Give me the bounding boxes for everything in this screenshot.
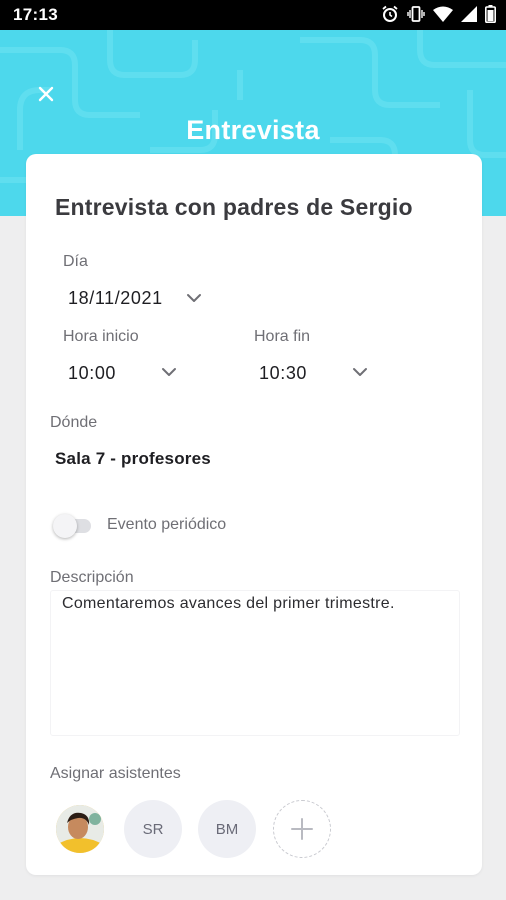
chevron-down-icon xyxy=(353,368,367,376)
attendees-label: Asignar asistentes xyxy=(50,765,181,782)
location-field[interactable]: Sala 7 - profesores xyxy=(55,449,211,469)
periodic-label: Evento periódico xyxy=(107,516,227,533)
status-time: 17:13 xyxy=(13,5,58,24)
start-time-value: 10:00 xyxy=(68,363,117,383)
avatar[interactable]: BM xyxy=(198,800,256,858)
start-time-label: Hora inicio xyxy=(63,328,139,345)
end-time-value: 10:30 xyxy=(259,363,308,383)
plus-icon xyxy=(291,818,313,840)
description-field[interactable]: Comentaremos avances del primer trimestr… xyxy=(50,590,460,736)
battery-icon xyxy=(485,5,496,23)
toggle-knob xyxy=(53,514,77,538)
status-icons xyxy=(381,5,496,23)
chevron-down-icon xyxy=(187,294,201,302)
person-photo-icon xyxy=(56,805,104,853)
avatar[interactable] xyxy=(56,805,104,853)
description-text: Comentaremos avances del primer trimestr… xyxy=(62,595,395,612)
close-icon[interactable] xyxy=(34,82,58,106)
wifi-icon xyxy=(433,6,453,22)
alarm-icon xyxy=(382,5,398,22)
end-time-label: Hora fin xyxy=(254,328,311,345)
avatar[interactable]: SR xyxy=(124,800,182,858)
day-label: Día xyxy=(63,253,88,270)
description-label: Descripción xyxy=(50,569,134,586)
add-attendee-button[interactable] xyxy=(273,800,331,858)
signal-icon xyxy=(461,6,477,22)
chevron-down-icon xyxy=(162,368,176,376)
day-value: 18/11/2021 xyxy=(68,288,163,308)
event-card: Entrevista con padres de Sergio Día 18/1… xyxy=(26,154,482,875)
periodic-toggle[interactable] xyxy=(53,514,93,538)
page-title: Entrevista xyxy=(186,115,320,145)
event-title: Entrevista con padres de Sergio xyxy=(55,194,413,220)
vibrate-icon xyxy=(407,6,425,22)
avatar-initials: SR xyxy=(142,820,164,838)
status-bar: 17:13 xyxy=(0,0,506,30)
location-label: Dónde xyxy=(50,414,98,431)
avatar-initials: BM xyxy=(215,820,239,838)
